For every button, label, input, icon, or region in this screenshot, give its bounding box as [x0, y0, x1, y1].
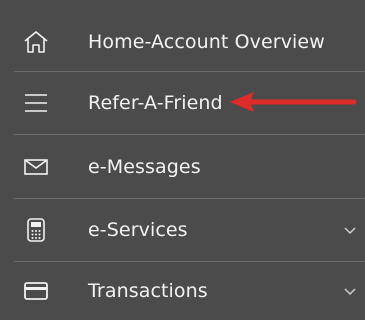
- menu-item-label: Refer-A-Friend: [88, 92, 223, 114]
- menu-item-e-services[interactable]: e-Services: [0, 199, 365, 261]
- menu-item-e-messages[interactable]: e-Messages: [0, 135, 365, 198]
- menu-item-label: e-Services: [88, 219, 188, 241]
- menu-item-home-account-overview[interactable]: Home-Account Overview: [0, 12, 365, 72]
- navigation-menu: Home-Account Overview Refer-A-Friend e-M…: [0, 0, 365, 320]
- menu-item-label: Home-Account Overview: [88, 31, 325, 53]
- hamburger-menu-icon: [21, 88, 51, 118]
- red-arrow-icon: [230, 92, 357, 112]
- menu-item-label: Transactions: [88, 280, 208, 302]
- menu-item-label: e-Messages: [88, 155, 201, 178]
- credit-card-icon: [21, 276, 51, 306]
- home-icon: [21, 27, 51, 57]
- menu-item-transactions[interactable]: Transactions: [0, 262, 365, 320]
- calculator-icon: [21, 215, 51, 245]
- chevron-down-icon[interactable]: [343, 284, 357, 298]
- chevron-down-icon[interactable]: [343, 223, 357, 237]
- envelope-icon: [21, 152, 51, 182]
